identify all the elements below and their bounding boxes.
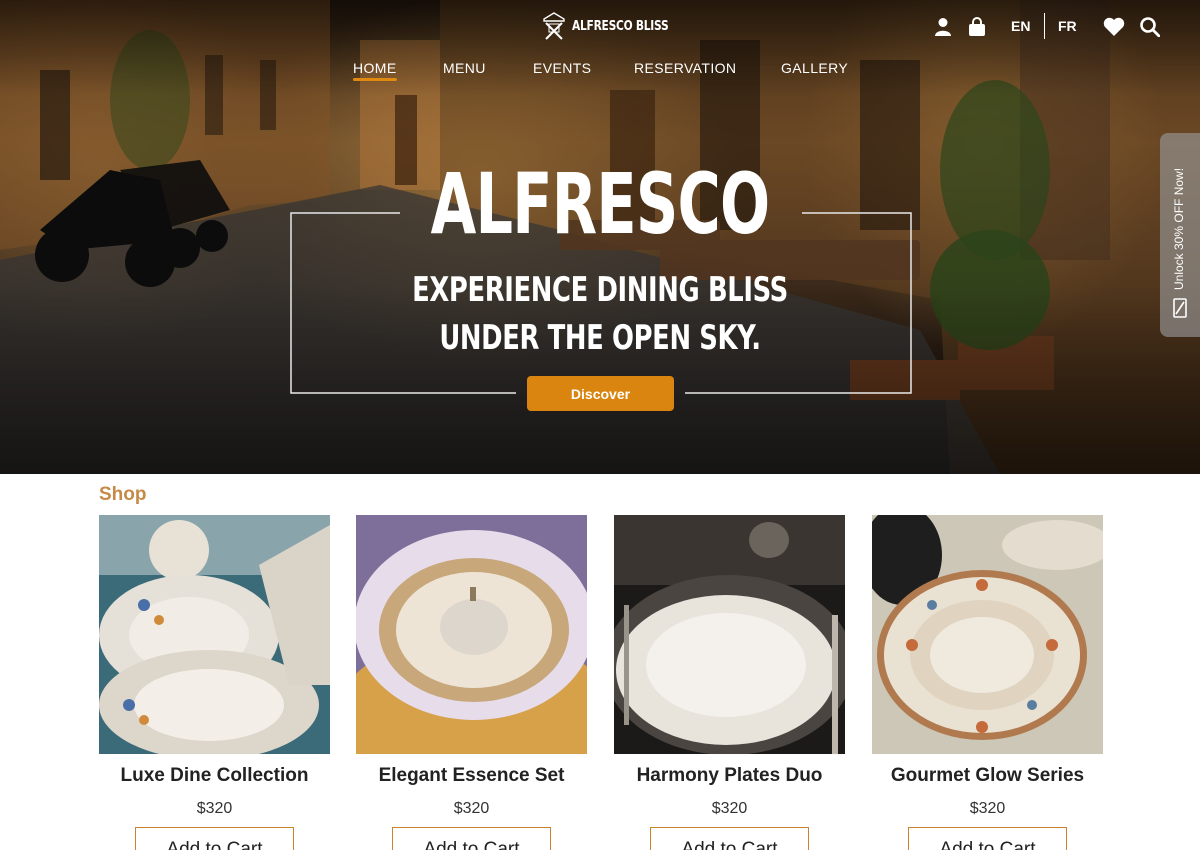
- search-icon[interactable]: [1138, 14, 1162, 40]
- product-name[interactable]: Elegant Essence Set: [346, 765, 597, 787]
- product-image[interactable]: [872, 515, 1103, 754]
- heart-icon[interactable]: [1102, 14, 1126, 40]
- add-to-cart-button[interactable]: Add to Cart: [650, 827, 809, 850]
- product-name[interactable]: Gourmet Glow Series: [862, 765, 1113, 787]
- nav-item-gallery[interactable]: GALLERY: [781, 60, 848, 76]
- product-image[interactable]: [614, 515, 845, 754]
- product-card: Elegant Essence Set $320 Add to Cart: [356, 515, 587, 850]
- hero-section: ALFRESCO BLISS HOME MENU EVENTS RESERVAT…: [0, 0, 1200, 474]
- coupon-icon: [1173, 298, 1187, 318]
- add-to-cart-button[interactable]: Add to Cart: [908, 827, 1067, 850]
- promo-label: Unlock 30% OFF Now!: [1172, 167, 1186, 290]
- language-divider: [1044, 13, 1045, 39]
- product-card: Gourmet Glow Series $320 Add to Cart: [872, 515, 1103, 850]
- product-price: $320: [969, 800, 1006, 817]
- add-to-cart-button[interactable]: Add to Cart: [135, 827, 294, 850]
- add-to-cart-button[interactable]: Add to Cart: [392, 827, 551, 850]
- shop-heading: Shop: [99, 484, 147, 505]
- header-tools: EN FR: [0, 13, 1200, 40]
- product-image[interactable]: [99, 515, 330, 754]
- nav-item-events[interactable]: EVENTS: [533, 60, 591, 76]
- language-fr[interactable]: FR: [1058, 18, 1077, 34]
- nav-item-home[interactable]: HOME: [353, 60, 397, 81]
- language-en[interactable]: EN: [1011, 18, 1030, 34]
- product-price: $320: [196, 800, 233, 817]
- nav-item-reservation[interactable]: RESERVATION: [634, 60, 736, 76]
- product-card: Luxe Dine Collection $320 Add to Cart: [99, 515, 330, 850]
- discover-button[interactable]: Discover: [527, 376, 674, 411]
- hero-title: ALFRESCO: [430, 155, 770, 253]
- product-name[interactable]: Harmony Plates Duo: [604, 765, 855, 787]
- nav-item-menu[interactable]: MENU: [443, 60, 486, 76]
- product-image[interactable]: [356, 515, 587, 754]
- user-icon[interactable]: [931, 14, 955, 40]
- hero-subtitle: EXPERIENCE DINING BLISS UNDER THE OPEN S…: [412, 270, 788, 358]
- product-price: $320: [711, 800, 748, 817]
- product-price: $320: [453, 800, 490, 817]
- shopping-bag-icon[interactable]: [965, 14, 989, 40]
- product-card: Harmony Plates Duo $320 Add to Cart: [614, 515, 845, 850]
- product-name[interactable]: Luxe Dine Collection: [89, 765, 340, 787]
- main-navigation: HOME MENU EVENTS RESERVATION GALLERY: [0, 60, 1200, 81]
